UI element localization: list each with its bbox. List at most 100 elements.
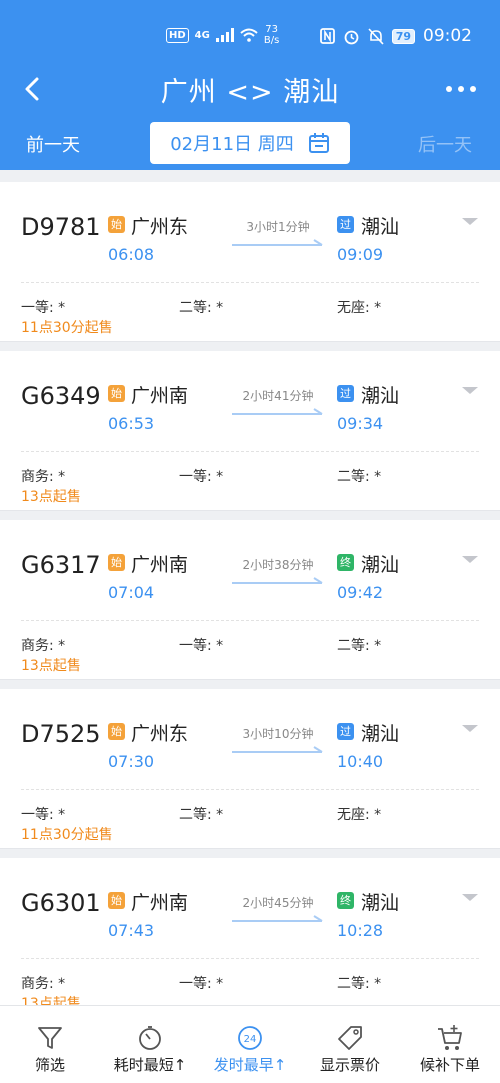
pass-station-tag: 过 bbox=[337, 385, 354, 402]
train-number: G6317 bbox=[21, 551, 101, 579]
divider bbox=[21, 789, 479, 790]
more-icon[interactable] bbox=[446, 86, 476, 92]
signal-icon bbox=[215, 28, 234, 42]
tab-label: 耗时最短↑ bbox=[113, 1056, 187, 1074]
seat-class: 二等: * bbox=[337, 976, 382, 992]
train-card[interactable]: G6301 始 广州南 07:43 2小时45分钟 终 潮汕 10:28 商务:… bbox=[0, 858, 500, 1005]
pass-station-tag: 过 bbox=[337, 723, 354, 740]
cart-plus-icon bbox=[438, 1025, 462, 1050]
seat-class: 二等: * bbox=[179, 300, 224, 316]
train-list[interactable]: D9781 始 广州东 06:08 3小时1分钟 过 潮汕 09:09 一等: … bbox=[0, 170, 500, 1005]
expand-chevron-icon[interactable] bbox=[462, 894, 478, 901]
arrive-time: 10:40 bbox=[337, 752, 384, 771]
expand-chevron-icon[interactable] bbox=[462, 725, 478, 732]
sale-time: 13点起售 bbox=[21, 996, 81, 1005]
seat-class: 二等: * bbox=[179, 807, 224, 823]
divider bbox=[21, 620, 479, 621]
tab-label: 显示票价 bbox=[319, 1056, 380, 1074]
divider bbox=[21, 451, 479, 452]
duration: 2小时41分钟 bbox=[242, 389, 314, 403]
mute-bell-icon bbox=[368, 27, 384, 45]
hd-icon: HD bbox=[166, 27, 189, 43]
arrive-time: 10:28 bbox=[337, 921, 384, 940]
selected-date: 02月11日 周四 bbox=[170, 134, 294, 155]
pass-station-tag: 过 bbox=[337, 216, 354, 233]
sale-time: 13点起售 bbox=[21, 658, 81, 674]
start-station-tag: 始 bbox=[108, 892, 125, 909]
price-tag-icon bbox=[338, 1026, 362, 1050]
divider bbox=[21, 282, 479, 283]
battery-icon: 79 bbox=[391, 28, 415, 44]
duration: 3小时10分钟 bbox=[242, 727, 314, 741]
from-station: 广州南 bbox=[131, 554, 189, 576]
arrive-time: 09:09 bbox=[337, 245, 384, 264]
depart-time: 07:30 bbox=[108, 752, 155, 771]
waitlist-order-tab[interactable]: 候补下单 bbox=[400, 1006, 500, 1083]
depart-time: 06:08 bbox=[108, 245, 155, 264]
expand-chevron-icon[interactable] bbox=[462, 218, 478, 225]
header: HD 4G 73 B/s 79 09:02 广州 <> 潮汕 前一天 02月11日… bbox=[0, 0, 500, 170]
clock-time: 09:02 bbox=[423, 26, 472, 46]
from-station: 广州东 bbox=[131, 216, 189, 238]
train-card[interactable]: G6317 始 广州南 07:04 2小时38分钟 终 潮汕 09:42 商务:… bbox=[0, 520, 500, 680]
route-arrow-icon bbox=[232, 408, 323, 415]
train-number: G6349 bbox=[21, 382, 101, 410]
nfc-icon bbox=[319, 28, 335, 44]
arrive-time: 09:42 bbox=[337, 583, 384, 602]
tab-label: 发时最早↑ bbox=[213, 1056, 287, 1074]
route-title: 广州 <> 潮汕 bbox=[160, 77, 340, 108]
seat-class: 一等: * bbox=[179, 469, 224, 485]
depart-time: 07:43 bbox=[108, 921, 155, 940]
train-number: D7525 bbox=[21, 720, 101, 748]
duration: 2小时45分钟 bbox=[242, 896, 314, 910]
divider bbox=[21, 958, 479, 959]
start-station-tag: 始 bbox=[108, 723, 125, 740]
sort-earliest-tab[interactable]: 24 发时最早↑ bbox=[200, 1006, 300, 1083]
to-station: 潮汕 bbox=[361, 385, 400, 407]
to-station: 潮汕 bbox=[361, 554, 400, 576]
prev-day-button[interactable]: 前一天 bbox=[26, 131, 80, 157]
end-station-tag: 终 bbox=[337, 892, 354, 909]
status-right: 79 09:02 bbox=[319, 26, 472, 46]
status-left: HD 4G 73 B/s bbox=[166, 24, 279, 46]
seat-class: 二等: * bbox=[337, 638, 382, 654]
filter-tab[interactable]: 筛选 bbox=[0, 1006, 100, 1083]
from-station: 广州南 bbox=[131, 385, 189, 407]
sale-time: 13点起售 bbox=[21, 489, 81, 505]
route-arrow-icon bbox=[232, 746, 323, 753]
seat-class: 一等: * bbox=[21, 807, 66, 823]
to-station: 潮汕 bbox=[361, 216, 400, 238]
date-picker[interactable]: 02月11日 周四 bbox=[150, 122, 350, 164]
start-station-tag: 始 bbox=[108, 554, 125, 571]
arrive-time: 09:34 bbox=[337, 414, 384, 433]
from-station: 广州东 bbox=[131, 723, 189, 745]
seat-class: 商务: * bbox=[21, 976, 66, 992]
route-arrow-icon bbox=[232, 915, 323, 922]
clock-24-icon: 24 bbox=[238, 1026, 262, 1050]
end-station-tag: 终 bbox=[337, 554, 354, 571]
nav-bar: 广州 <> 潮汕 bbox=[0, 66, 500, 116]
network-speed: 73 B/s bbox=[263, 24, 280, 46]
train-card[interactable]: D7525 始 广州东 07:30 3小时10分钟 过 潮汕 10:40 一等:… bbox=[0, 689, 500, 849]
train-card[interactable]: D9781 始 广州东 06:08 3小时1分钟 过 潮汕 09:09 一等: … bbox=[0, 182, 500, 342]
to-station: 潮汕 bbox=[361, 892, 400, 914]
train-card[interactable]: G6349 始 广州南 06:53 2小时41分钟 过 潮汕 09:34 商务:… bbox=[0, 351, 500, 511]
start-station-tag: 始 bbox=[108, 385, 125, 402]
network-type: 4G bbox=[194, 29, 210, 41]
filter-icon bbox=[38, 1027, 62, 1049]
tab-label: 筛选 bbox=[34, 1056, 65, 1074]
seat-class: 一等: * bbox=[21, 300, 66, 316]
status-bar: HD 4G 73 B/s 79 09:02 bbox=[0, 0, 500, 70]
next-day-button: 后一天 bbox=[418, 135, 472, 156]
bottom-toolbar: 筛选 耗时最短↑ 24 发时最早↑ 显示票价 候补下单 bbox=[0, 1005, 500, 1083]
seat-class: 无座: * bbox=[337, 300, 382, 316]
expand-chevron-icon[interactable] bbox=[462, 556, 478, 563]
expand-chevron-icon[interactable] bbox=[462, 387, 478, 394]
show-price-tab[interactable]: 显示票价 bbox=[300, 1006, 400, 1083]
duration: 3小时1分钟 bbox=[246, 220, 310, 234]
to-station: 潮汕 bbox=[361, 723, 400, 745]
seat-class: 二等: * bbox=[337, 469, 382, 485]
sort-shortest-tab[interactable]: 耗时最短↑ bbox=[100, 1006, 200, 1083]
depart-time: 07:04 bbox=[108, 583, 155, 602]
train-number: D9781 bbox=[21, 213, 101, 241]
